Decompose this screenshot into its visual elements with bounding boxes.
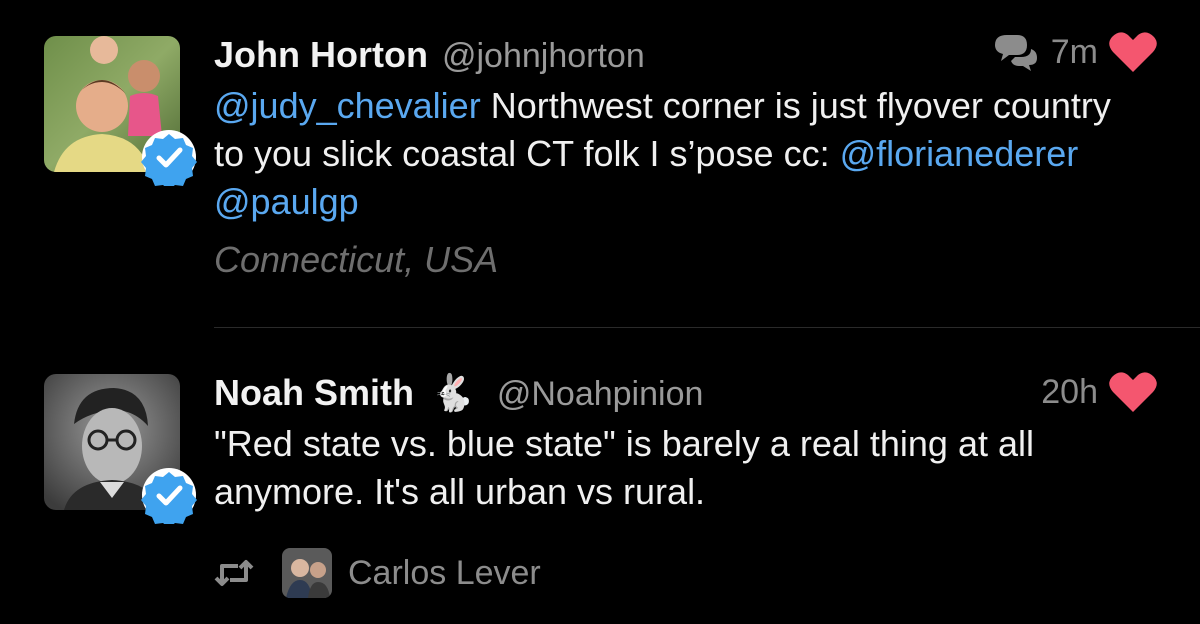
author-handle[interactable]: @Noahpinion <box>497 375 704 414</box>
tweet-noah-smith[interactable]: Noah Smith 🐇 @Noahpinion 20h "Red state … <box>0 328 1200 624</box>
tweet-meta: 7m <box>991 30 1158 74</box>
timestamp: 7m <box>1050 32 1098 71</box>
heart-icon[interactable] <box>1108 30 1158 74</box>
heart-icon[interactable] <box>1108 370 1158 414</box>
mention-link[interactable]: @judy_chevalier <box>214 85 481 126</box>
tweet-body: @judy_chevalier Northwest corner is just… <box>214 82 1144 226</box>
avatar-john-horton[interactable] <box>44 36 197 186</box>
retweeter-name[interactable]: Carlos Lever <box>348 554 541 593</box>
tweet-header: John Horton @johnjhorton <box>214 34 645 76</box>
mention-link[interactable]: @florianederer <box>840 133 1079 174</box>
author-name[interactable]: John Horton <box>214 34 428 76</box>
tweet-location[interactable]: Connecticut, USA <box>214 236 1144 284</box>
retweeter-avatar[interactable] <box>282 548 332 598</box>
rabbit-emoji: 🐇 <box>430 372 475 413</box>
author-name[interactable]: Noah Smith <box>214 372 414 414</box>
avatar-noah-smith[interactable] <box>44 374 197 524</box>
conversation-icon <box>994 35 1037 71</box>
verified-badge-icon <box>141 468 197 524</box>
retweet-icon <box>214 560 254 586</box>
timestamp: 20h <box>1041 372 1098 411</box>
retweeted-by[interactable]: Carlos Lever <box>214 548 541 598</box>
tweet-header: Noah Smith 🐇 @Noahpinion <box>214 372 703 414</box>
mention-link[interactable]: @paulgp <box>214 181 359 222</box>
tweet-body: "Red state vs. blue state" is barely a r… <box>214 423 1034 512</box>
author-handle[interactable]: @johnjhorton <box>442 37 645 76</box>
tweet-meta: 20h <box>1029 370 1158 414</box>
tweet-john-horton[interactable]: John Horton @johnjhorton 7m @judy_cheval… <box>0 0 1200 328</box>
verified-badge-icon <box>141 130 197 186</box>
